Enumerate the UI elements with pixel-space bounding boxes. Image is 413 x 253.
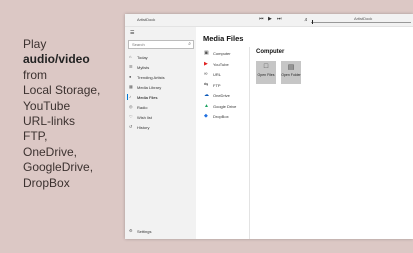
sidebar-item-label: Media Library <box>137 84 162 90</box>
link-icon: ∞ <box>204 71 208 77</box>
sidebar-item-label: Trending Artists <box>137 74 165 80</box>
sidebar-item-label: Wish list <box>137 114 152 120</box>
play-pause-icon[interactable]: ▶ <box>268 16 272 22</box>
sidebar-item-history[interactable]: ↺ History <box>127 123 194 131</box>
source-label: OneDrive <box>213 93 230 98</box>
file-icon: □ <box>263 63 269 70</box>
promo-line: Local Storage, <box>23 83 101 98</box>
sidebar-item-wish-list[interactable]: ♡ Wish list <box>127 113 194 121</box>
sidebar-item-label: Today <box>137 54 148 60</box>
radio-icon: ◎ <box>129 104 133 109</box>
open-files-button[interactable]: □ Open Files <box>256 61 276 84</box>
sidebar-item-label: Mylists <box>137 64 150 70</box>
pane-title: Computer <box>256 49 285 55</box>
promo-line: GoogleDrive, <box>23 160 94 175</box>
seek-slider[interactable] <box>311 22 411 23</box>
page-title: Media Files <box>203 34 244 43</box>
onedrive-icon: ☁ <box>204 92 209 98</box>
track-title: ArtistDock <box>354 16 373 21</box>
open-folder-button[interactable]: ▤ Open Folder <box>281 61 301 84</box>
promo-line: YouTube <box>23 98 71 113</box>
promo-line: DropBox <box>23 175 70 190</box>
sidebar-item-label: History <box>137 124 150 130</box>
active-indicator <box>127 94 128 100</box>
ftp-icon: ⇆ <box>204 81 209 88</box>
seek-slider-thumb[interactable] <box>312 20 313 24</box>
promo-line-emphasis: audio/video <box>23 52 90 67</box>
source-label: Computer <box>213 51 231 56</box>
sidebar-item-settings[interactable]: ⚙ Settings <box>127 227 194 235</box>
sidebar-item-trending-artists[interactable]: ● Trending Artists <box>127 73 194 81</box>
dropbox-icon: ◆ <box>204 113 208 119</box>
home-icon: ⌂ <box>129 54 132 59</box>
sidebar: ☰ Search ⌕ ⌂ Today ☰ Mylists ● Trending … <box>125 27 196 239</box>
source-label: URL <box>213 72 222 77</box>
history-icon: ↺ <box>129 124 133 129</box>
heart-icon: ♡ <box>129 114 133 119</box>
sidebar-item-mylists[interactable]: ☰ Mylists <box>127 63 194 71</box>
computer-icon: ▣ <box>204 50 209 56</box>
youtube-icon: ▶ <box>204 60 208 67</box>
source-label: DropBox <box>213 114 229 119</box>
people-icon: ● <box>129 74 132 79</box>
window-title: ArtistDock <box>137 17 156 22</box>
promo-line: FTP, <box>23 129 48 144</box>
app-window: ArtistDock ⏮ ▶ ⏭ ♬ ArtistDock ☰ Search ⌕… <box>125 14 413 239</box>
search-placeholder: Search <box>132 42 145 47</box>
sidebar-item-label: Radio <box>137 104 148 110</box>
sidebar-item-radio[interactable]: ◎ Radio <box>127 103 194 111</box>
promo-line: Play <box>23 37 47 51</box>
hamburger-menu-icon[interactable]: ☰ <box>130 30 134 36</box>
next-icon[interactable]: ⏭ <box>277 16 282 22</box>
source-label: FTP <box>213 82 221 88</box>
note-icon: ♪ <box>129 94 131 99</box>
title-bar: ArtistDock ⏮ ▶ ⏭ ♬ ArtistDock <box>125 14 413 27</box>
source-label: YouTube <box>213 61 229 67</box>
sidebar-item-media-files[interactable]: ♪ Media Files <box>127 93 194 101</box>
tile-label: Open Folder <box>281 73 301 77</box>
promo-line: URL-links <box>23 114 76 129</box>
library-icon: ▦ <box>129 84 133 89</box>
tile-label: Open Files <box>257 73 275 77</box>
promo-line: from <box>23 67 47 82</box>
google-drive-icon: ▲ <box>204 102 209 109</box>
gear-icon: ⚙ <box>129 228 133 233</box>
volume-icon[interactable]: ♬ <box>304 17 309 23</box>
sidebar-item-label: Settings <box>137 228 152 234</box>
folder-icon: ▤ <box>287 64 295 71</box>
previous-icon[interactable]: ⏮ <box>259 16 264 22</box>
sidebar-item-label: Media Files <box>137 94 158 100</box>
sidebar-item-media-library[interactable]: ▦ Media Library <box>127 83 194 91</box>
promo-text: Play audio/video from Local Storage, You… <box>23 37 123 191</box>
search-input[interactable]: Search ⌕ <box>128 40 194 49</box>
sidebar-item-today[interactable]: ⌂ Today <box>127 53 194 61</box>
list-icon: ☰ <box>129 64 133 69</box>
pane-divider <box>249 47 250 239</box>
search-icon[interactable]: ⌕ <box>188 41 191 47</box>
promo-line: OneDrive, <box>23 144 78 159</box>
source-label: Google Drive <box>213 103 237 109</box>
